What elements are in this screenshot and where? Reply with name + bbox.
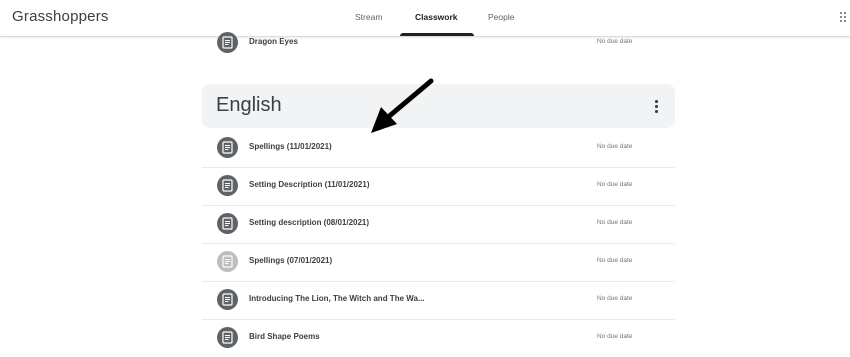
assignment-title: Setting description (08/01/2021)	[249, 218, 370, 227]
assignment-title: Introducing The Lion, The Witch and The …	[249, 294, 425, 303]
more-vert-icon[interactable]	[652, 98, 660, 114]
assignment-item[interactable]: Spellings (07/01/2021) No due date	[202, 243, 675, 282]
assignment-title: Bird Shape Poems	[249, 332, 320, 341]
due-date: No due date	[597, 295, 633, 302]
assignment-title: Dragon Eyes	[249, 37, 298, 46]
tab-classwork[interactable]: Classwork	[415, 12, 458, 22]
assignment-icon	[217, 327, 238, 348]
class-name[interactable]: Grasshoppers	[12, 8, 109, 25]
assignment-item[interactable]: Setting Description (11/01/2021) No due …	[202, 167, 675, 206]
assignment-item-previous[interactable]: Dragon Eyes No due date	[202, 24, 675, 62]
assignment-icon	[217, 175, 238, 196]
assignment-item[interactable]: Bird Shape Poems No due date	[202, 319, 675, 357]
assignment-title: Spellings (07/01/2021)	[249, 256, 333, 265]
assignment-icon	[217, 289, 238, 310]
due-date: No due date	[597, 181, 633, 188]
tab-people[interactable]: People	[488, 12, 514, 22]
assignment-item[interactable]: Introducing The Lion, The Witch and The …	[202, 281, 675, 320]
assignment-item[interactable]: Setting description (08/01/2021) No due …	[202, 205, 675, 244]
tab-stream[interactable]: Stream	[355, 12, 382, 22]
due-date: No due date	[597, 38, 633, 45]
apps-grid-icon[interactable]	[840, 12, 850, 24]
due-date: No due date	[597, 143, 633, 150]
due-date: No due date	[597, 257, 633, 264]
due-date: No due date	[597, 333, 633, 340]
assignment-icon	[217, 213, 238, 234]
due-date: No due date	[597, 219, 633, 226]
assignment-item[interactable]: Spellings (11/01/2021) No due date	[202, 129, 675, 168]
topic-header-english: English	[202, 84, 675, 128]
annotation-arrow-icon	[371, 78, 434, 133]
assignment-title: Spellings (11/01/2021)	[249, 142, 332, 151]
assignment-icon	[217, 32, 238, 53]
assignment-icon	[217, 251, 238, 272]
assignment-title: Setting Description (11/01/2021)	[249, 180, 370, 189]
topic-title: English	[216, 94, 282, 116]
assignment-icon	[217, 137, 238, 158]
